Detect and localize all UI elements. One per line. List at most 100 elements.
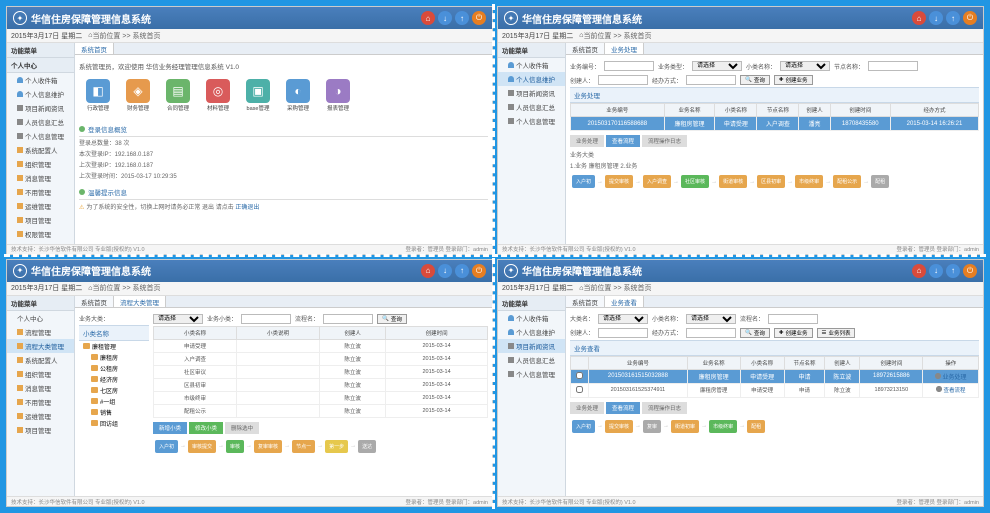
create-button[interactable]: ✚创建业务 <box>774 328 813 338</box>
tab-home[interactable]: 系统首页 <box>75 43 114 54</box>
input-creator[interactable] <box>598 328 648 338</box>
sidebar-item[interactable]: 不用管理 <box>7 395 74 409</box>
flow-node[interactable]: 送达 <box>358 440 376 453</box>
input-biz-no[interactable] <box>604 61 654 71</box>
table-row[interactable]: 配租公示陈立波2015-03-14 <box>154 404 488 417</box>
quick-icon-行政管理[interactable]: ◧行政管理 <box>81 79 115 112</box>
tree-item[interactable]: 回访组 <box>79 418 149 429</box>
flow-node[interactable]: 配租 <box>871 175 889 188</box>
list-button[interactable]: ☰业务列表 <box>817 328 856 338</box>
action-link[interactable]: 查看流程 <box>943 388 965 394</box>
flow-node[interactable]: 入户初 <box>155 440 178 453</box>
sidebar-item[interactable]: 个人信息管理 <box>498 114 565 128</box>
select-biz-type[interactable]: 请选择 <box>692 61 742 71</box>
flow-node[interactable]: 街道初审 <box>671 420 699 433</box>
flow-node[interactable]: 配租公示 <box>833 175 861 188</box>
input-creator[interactable] <box>598 75 648 85</box>
download-button[interactable]: ↓ <box>929 11 943 25</box>
tab-home[interactable]: 系统首页 <box>75 296 114 307</box>
select-small[interactable]: 请选择 <box>780 61 830 71</box>
btn-add-sub[interactable]: 新增小类 <box>153 422 187 434</box>
power-button[interactable]: ⏻ <box>472 264 486 278</box>
tree-item[interactable]: #一组 <box>79 396 149 407</box>
table-row-selected[interactable]: 201503170116588688廉租房管理申请受理入户调查潘亮1870843… <box>571 117 979 131</box>
sidebar-item[interactable]: 人员信息汇总 <box>498 100 565 114</box>
table-row[interactable]: 入户调查陈立波2015-03-14 <box>154 352 488 365</box>
logout-link[interactable]: 正确退出 <box>235 205 259 211</box>
quick-icon-财务管理[interactable]: ◈财务管理 <box>121 79 155 112</box>
upload-button[interactable]: ↑ <box>946 264 960 278</box>
input-flow[interactable] <box>323 314 373 324</box>
quick-icon-材料管理[interactable]: ◎材料管理 <box>201 79 235 112</box>
flow-tab-handle[interactable]: 业务处理 <box>570 402 604 414</box>
btn-delete[interactable]: 删除选中 <box>225 422 259 434</box>
sidebar-item[interactable]: 运维管理 <box>7 409 74 423</box>
table-row[interactable]: 201503161515032888廉租房管理申请受理申请陈立波18972615… <box>571 369 979 383</box>
flow-node[interactable]: 入户调查 <box>643 175 671 188</box>
row-checkbox[interactable] <box>576 386 583 393</box>
sidebar-item-active[interactable]: 项目新闻资讯 <box>498 339 565 353</box>
table-row[interactable]: 申请受理陈立波2015-03-14 <box>154 339 488 352</box>
input-flow[interactable] <box>768 314 818 324</box>
sidebar-item-project[interactable]: 项目管理 <box>7 213 74 227</box>
sidebar-item-ops[interactable]: 运维管理 <box>7 199 74 213</box>
sidebar-item[interactable]: 个人收件箱 <box>498 58 565 72</box>
tab-home[interactable]: 系统首页 <box>566 43 605 54</box>
download-button[interactable]: ↓ <box>929 264 943 278</box>
upload-button[interactable]: ↑ <box>946 11 960 25</box>
sidebar-item[interactable]: 流程管理 <box>7 325 74 339</box>
input-method[interactable] <box>686 328 736 338</box>
flow-node[interactable]: 入户初 <box>572 420 595 433</box>
search-button[interactable]: 🔍查询 <box>377 314 407 324</box>
flow-tab-view[interactable]: 查看流程 <box>606 135 640 147</box>
search-button[interactable]: 🔍查询 <box>740 75 770 85</box>
home-button[interactable]: ⌂ <box>912 11 926 25</box>
flow-node[interactable]: 节点一 <box>292 440 315 453</box>
sidebar-item[interactable]: 组织管理 <box>7 367 74 381</box>
flow-tab-log[interactable]: 流程操作日志 <box>642 402 687 414</box>
sidebar-item[interactable]: 人员信息汇总 <box>498 353 565 367</box>
power-button[interactable]: ⏻ <box>963 264 977 278</box>
flow-node[interactable]: 提交审核 <box>605 175 633 188</box>
sidebar-item-news[interactable]: 项目新闻资讯 <box>7 101 74 115</box>
sidebar-item-inbox[interactable]: 个人收件箱 <box>7 73 74 87</box>
action-link[interactable]: 业务处理 <box>943 375 967 381</box>
flow-node[interactable]: 入户初 <box>572 175 595 188</box>
input-handle[interactable] <box>686 75 736 85</box>
flow-node[interactable]: 提交审核 <box>605 420 633 433</box>
sidebar-item-profile[interactable]: 个人信息维护 <box>7 87 74 101</box>
tree-item[interactable]: 廉租管理 <box>79 341 149 352</box>
row-checkbox[interactable] <box>576 372 583 379</box>
select-cat[interactable]: 请选择 <box>598 314 648 324</box>
power-button[interactable]: ⏻ <box>472 11 486 25</box>
upload-button[interactable]: ↑ <box>455 264 469 278</box>
flow-node[interactable]: 第一步 <box>325 440 348 453</box>
power-button[interactable]: ⏻ <box>963 11 977 25</box>
flow-tab-view[interactable]: 查看流程 <box>606 402 640 414</box>
tab-business[interactable]: 业务处理 <box>605 43 644 54</box>
sidebar-item-msg[interactable]: 消息管理 <box>7 171 74 185</box>
table-row[interactable]: 201503161525374911廉租房管理申请受理申请陈立波18973213… <box>571 383 979 397</box>
tree-item[interactable]: 销售 <box>79 407 149 418</box>
quick-icon-合同管理[interactable]: ▤合同管理 <box>161 79 195 112</box>
home-button[interactable]: ⌂ <box>912 264 926 278</box>
download-button[interactable]: ↓ <box>438 264 452 278</box>
sidebar-item-info[interactable]: 个人信息管理 <box>7 129 74 143</box>
sidebar-item[interactable]: 消息管理 <box>7 381 74 395</box>
select-sub[interactable]: 请选择 <box>686 314 736 324</box>
flow-node[interactable]: 审核 <box>226 440 244 453</box>
sidebar-item-active[interactable]: 个人信息维护 <box>498 72 565 86</box>
tab-biz-view[interactable]: 业务查看 <box>605 296 644 307</box>
upload-button[interactable]: ↑ <box>455 11 469 25</box>
tree-item[interactable]: 七区房 <box>79 385 149 396</box>
sidebar-item[interactable]: 个人信息管理 <box>498 367 565 381</box>
create-button[interactable]: ✚创建业务 <box>774 75 813 85</box>
flow-node[interactable]: 市级终审 <box>795 175 823 188</box>
input-node[interactable] <box>868 61 918 71</box>
sidebar-item[interactable]: 个人中心 <box>7 311 74 325</box>
flow-node[interactable]: 社区审核 <box>681 175 709 188</box>
sidebar-group-personal[interactable]: 个人中心 <box>7 58 74 73</box>
tab-flow-mgmt[interactable]: 流程大类管理 <box>114 296 166 307</box>
sidebar-item-flow-active[interactable]: 流程大类管理 <box>7 339 74 353</box>
tab-home[interactable]: 系统首页 <box>566 296 605 307</box>
